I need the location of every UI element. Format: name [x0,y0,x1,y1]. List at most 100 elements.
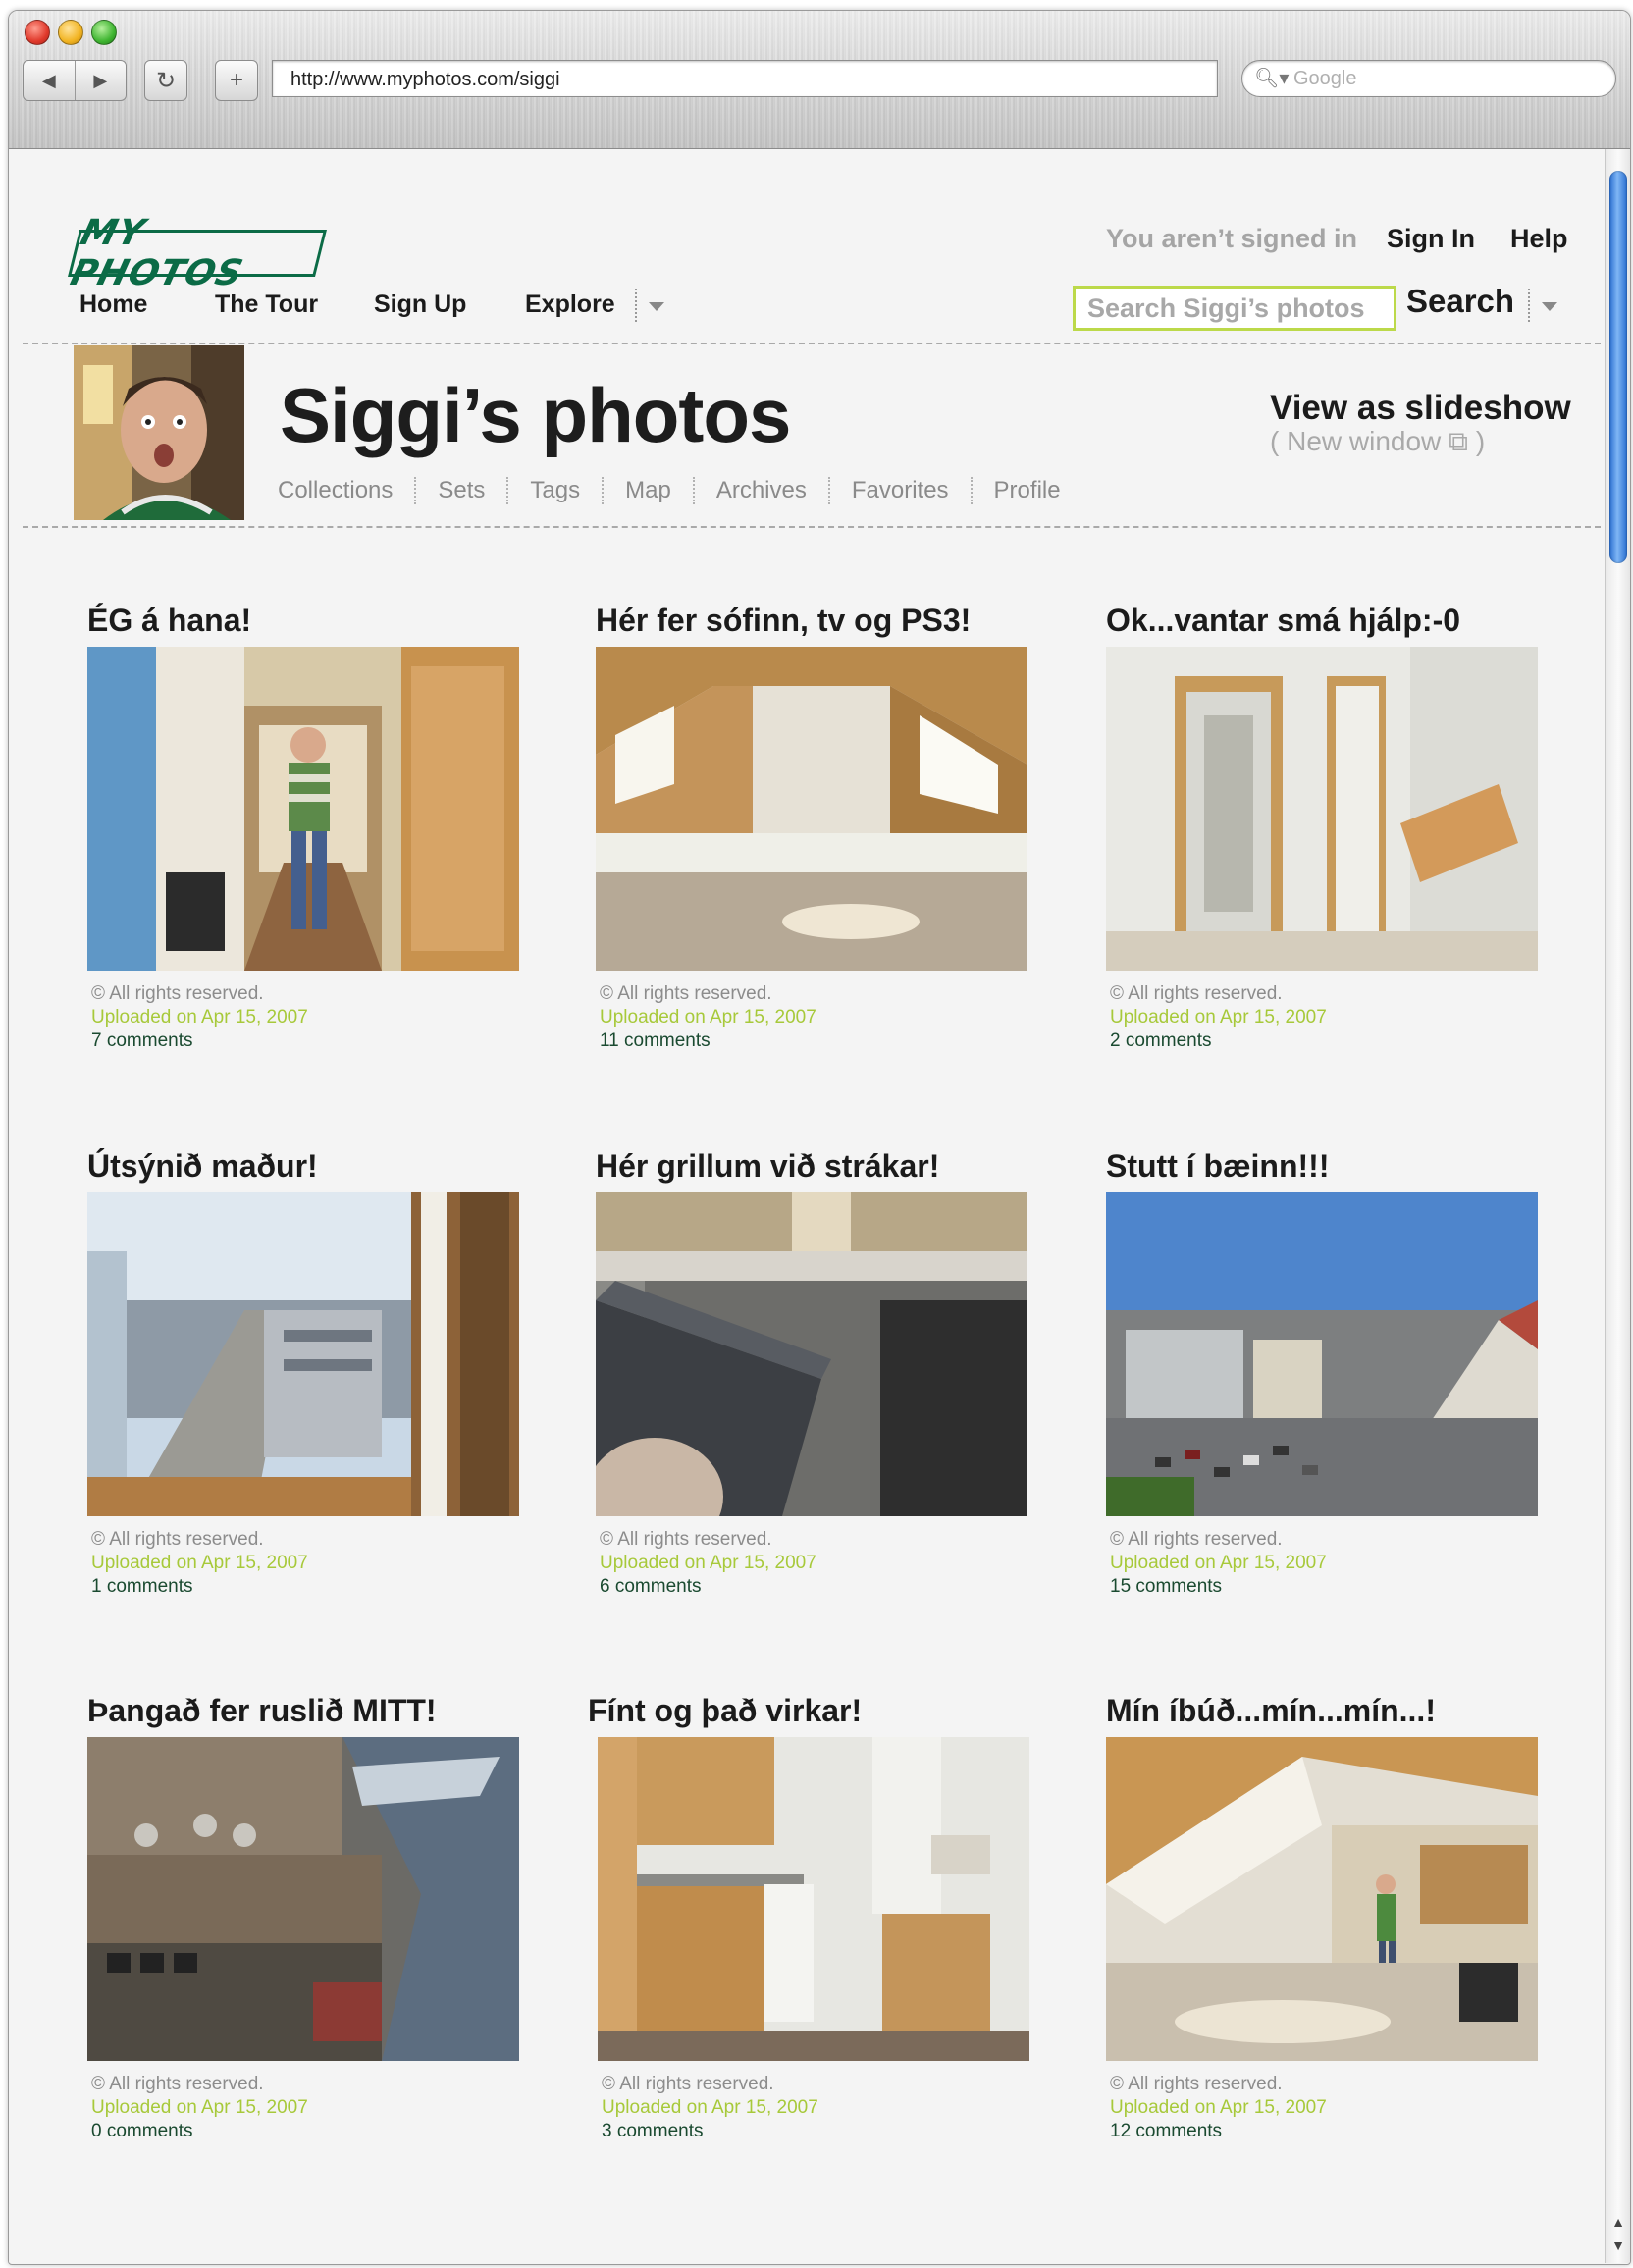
photo-title[interactable]: Hér fer sófinn, tv og PS3! [596,603,1047,639]
rights-text: © All rights reserved. [91,1529,264,1550]
scrollbar-thumb[interactable] [1609,171,1627,563]
upload-date: Uploaded on Apr 15, 2007 [91,2097,308,2118]
comments-link[interactable]: 12 comments [1110,2120,1557,2143]
photo-card: Hér grillum við strákar! © All rights re… [596,1148,1047,1599]
rights-text: © All rights reserved. [1110,2074,1283,2094]
scroll-down-icon[interactable]: ▼ [1606,2234,1630,2257]
nav-sign-up[interactable]: Sign Up [374,290,466,319]
sign-in-link[interactable]: Sign In [1387,224,1475,254]
photo-thumbnail[interactable] [596,1192,1027,1516]
photo-meta: © All rights reserved. Uploaded on Apr 1… [600,982,1047,1053]
browser-search-placeholder: Google [1293,68,1357,89]
signed-in-status: You aren’t signed in [1106,224,1358,253]
browser-toolbar: ◀ ▶ ↻ + http://www.myphotos.com/siggi 🔍︎… [9,11,1630,149]
search-button[interactable]: Search [1406,283,1514,320]
comments-link[interactable]: 7 comments [91,1029,539,1053]
explore-dropdown-icon[interactable] [635,289,664,322]
browser-window: ◀ ▶ ↻ + http://www.myphotos.com/siggi 🔍︎… [8,10,1631,2265]
upload-date: Uploaded on Apr 15, 2007 [1110,2097,1327,2118]
comments-link[interactable]: 1 comments [91,1575,539,1599]
photo-title[interactable]: Hér grillum við strákar! [596,1148,1047,1185]
minimize-window-button[interactable] [58,20,83,45]
vertical-scrollbar[interactable]: ▲ ▼ [1605,149,1630,2263]
photo-thumbnail[interactable] [1106,1737,1538,2061]
rights-text: © All rights reserved. [91,2074,264,2094]
address-bar[interactable]: http://www.myphotos.com/siggi [272,60,1218,97]
photo-title[interactable]: Ok...vantar smá hjálp:-0 [1106,603,1557,639]
rights-text: © All rights reserved. [602,2074,774,2094]
photo-card: Mín íbúð...mín...mín...! © All rights re… [1106,1693,1557,2143]
nav-home[interactable]: Home [79,290,147,319]
tab-tags[interactable]: Tags [506,477,602,504]
comments-link[interactable]: 0 comments [91,2120,539,2143]
photo-title[interactable]: Þangað fer ruslið MITT! [87,1693,539,1729]
photo-title[interactable]: ÉG á hana! [87,603,539,639]
divider-top [23,343,1601,344]
zoom-window-button[interactable] [91,20,117,45]
photo-title[interactable]: Útsýnið maður! [87,1148,539,1185]
tab-map[interactable]: Map [602,477,693,504]
photo-thumbnail[interactable] [596,647,1027,971]
photo-card: Þangað fer ruslið MITT! © All rights res… [87,1693,539,2143]
nav-explore[interactable]: Explore [525,290,615,319]
scroll-up-icon[interactable]: ▲ [1606,2210,1630,2234]
comments-link[interactable]: 6 comments [600,1575,1047,1599]
tab-collections[interactable]: Collections [278,477,414,504]
new-window-note[interactable]: ( New window ⧉ ) [1270,426,1485,458]
photo-title[interactable]: Fínt og það virkar! [588,1693,1039,1729]
rights-text: © All rights reserved. [1110,983,1283,1004]
photo-meta: © All rights reserved. Uploaded on Apr 1… [91,982,539,1053]
site-logo[interactable]: MY PHOTOS [67,213,327,293]
photo-meta: © All rights reserved. Uploaded on Apr 1… [91,2073,539,2143]
photo-meta: © All rights reserved. Uploaded on Apr 1… [1110,1528,1557,1599]
photo-thumbnail[interactable] [87,647,519,971]
photo-meta: © All rights reserved. Uploaded on Apr 1… [91,1528,539,1599]
upload-date: Uploaded on Apr 15, 2007 [91,1007,308,1028]
rights-text: © All rights reserved. [600,983,772,1004]
profile-tabs: Collections Sets Tags Map Archives Favor… [278,477,1082,504]
browser-search-field[interactable]: 🔍︎▾ Google [1241,60,1616,97]
tab-favorites[interactable]: Favorites [827,477,971,504]
tab-archives[interactable]: Archives [692,477,828,504]
plus-icon[interactable]: + [215,60,258,101]
comments-link[interactable]: 3 comments [602,2120,1039,2143]
photo-meta: © All rights reserved. Uploaded on Apr 1… [602,2073,1039,2143]
upload-date: Uploaded on Apr 15, 2007 [600,1553,816,1573]
tab-profile[interactable]: Profile [970,477,1082,504]
forward-arrow-icon[interactable]: ▶ [76,61,127,100]
nav-the-tour[interactable]: The Tour [215,290,318,319]
page-content: MY PHOTOS Home The Tour Sign Up Explore … [9,149,1605,2263]
photo-card: Útsýnið maður! © All rights reserved. Up… [87,1148,539,1599]
help-link[interactable]: Help [1510,224,1568,254]
close-window-button[interactable] [25,20,50,45]
photo-thumbnail[interactable] [1106,1192,1538,1516]
comments-link[interactable]: 11 comments [600,1029,1047,1053]
photo-card: Hér fer sófinn, tv og PS3! © All rights … [596,603,1047,1053]
comments-link[interactable]: 2 comments [1110,1029,1557,1053]
slideshow-link[interactable]: View as slideshow [1270,389,1571,428]
comments-link[interactable]: 15 comments [1110,1575,1557,1599]
photo-title[interactable]: Mín íbúð...mín...mín...! [1106,1693,1557,1729]
tab-sets[interactable]: Sets [414,477,506,504]
back-arrow-icon[interactable]: ◀ [24,61,76,100]
photo-thumbnail[interactable] [87,1737,519,2061]
photo-card: Stutt í bæinn!!! © All rights reserved. … [1106,1148,1557,1599]
photo-thumbnail[interactable] [598,1737,1029,2061]
rights-text: © All rights reserved. [1110,1529,1283,1550]
reload-icon[interactable]: ↻ [144,60,187,101]
logo-text: MY PHOTOS [66,213,248,293]
photo-search-input[interactable]: Search Siggi’s photos [1073,286,1396,331]
rights-text: © All rights reserved. [600,1529,772,1550]
upload-date: Uploaded on Apr 15, 2007 [602,2097,818,2118]
photo-card: Fínt og það virkar! © All rights reserve… [588,1693,1039,2143]
photo-thumbnail[interactable] [87,1192,519,1516]
photo-thumbnail[interactable] [1106,647,1538,971]
avatar[interactable] [74,345,244,520]
page-title: Siggi’s photos [280,372,791,458]
photo-title[interactable]: Stutt í bæinn!!! [1106,1148,1557,1185]
search-dropdown-icon[interactable] [1528,289,1559,322]
upload-date: Uploaded on Apr 15, 2007 [1110,1007,1327,1028]
magnifier-icon: 🔍︎▾ [1254,68,1290,89]
upload-date: Uploaded on Apr 15, 2007 [600,1007,816,1028]
photo-meta: © All rights reserved. Uploaded on Apr 1… [600,1528,1047,1599]
